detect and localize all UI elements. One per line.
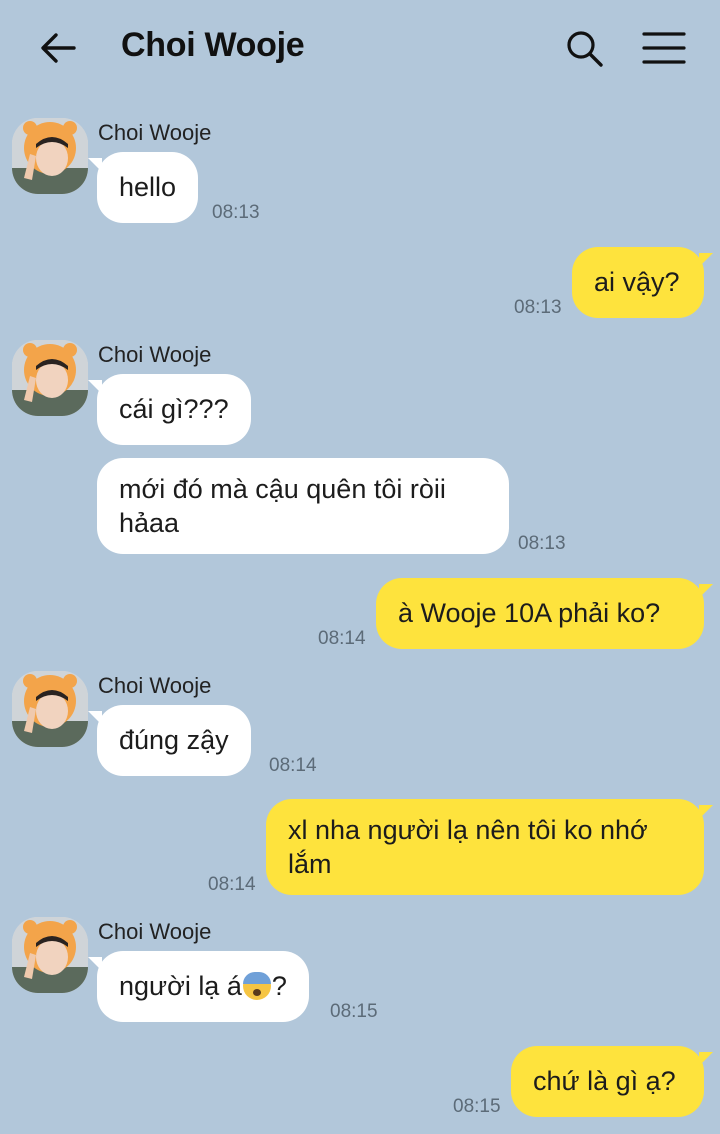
message-text: cái gì??? (119, 394, 229, 424)
back-arrow-icon[interactable] (38, 28, 78, 68)
incoming-message-bubble[interactable]: hello (87, 152, 199, 223)
menu-icon[interactable] (640, 26, 688, 70)
outgoing-message-bubble[interactable]: chứ là gì ạ? (511, 1046, 713, 1117)
message-time: 08:15 (330, 1001, 378, 1022)
chat-header: Choi Wooje (0, 0, 720, 96)
message-time: 08:14 (269, 755, 317, 776)
message-text-line: xl nha người lạ nên tôi ko nhớ (288, 815, 648, 845)
message-text-before-emoji: người lạ á (119, 971, 242, 1001)
avatar[interactable] (12, 340, 88, 416)
sender-name: Choi Wooje (98, 673, 212, 698)
message-text-line: hảaa (119, 508, 180, 538)
sender-name: Choi Wooje (98, 120, 212, 145)
search-icon[interactable] (562, 26, 606, 70)
sender-name: Choi Wooje (98, 919, 212, 944)
message-time: 08:14 (208, 874, 256, 895)
message-text: chứ là gì ạ? (533, 1066, 676, 1096)
message-text-line: lắm (288, 849, 332, 879)
message-time: 08:13 (514, 297, 562, 318)
message-text: ai vậy? (594, 267, 680, 297)
message-text-line: mới đó mà cậu quên tôi ròii (119, 474, 446, 504)
message-time: 08:13 (212, 202, 260, 223)
message-text: người lạ á? (119, 969, 287, 1003)
avatar[interactable] (12, 118, 88, 194)
message-text: à Wooje 10A phải ko? (398, 598, 661, 628)
incoming-message-bubble[interactable]: mới đó mà cậu quên tôi ròii hảaa (97, 458, 509, 554)
chat-title: Choi Wooje (121, 26, 305, 64)
sender-name: Choi Wooje (98, 342, 212, 367)
outgoing-message-bubble[interactable]: à Wooje 10A phải ko? (376, 578, 713, 649)
outgoing-message-bubble[interactable]: xl nha người lạ nên tôi ko nhớ lắm (266, 799, 713, 895)
incoming-message-bubble[interactable]: đúng zậy (88, 705, 251, 776)
message-text-after-emoji: ? (271, 971, 287, 1001)
incoming-message-bubble[interactable]: người lạ á? (88, 951, 309, 1022)
message-text: đúng zậy (119, 725, 229, 755)
avatar[interactable] (12, 671, 88, 747)
message-time: 08:14 (318, 628, 366, 649)
avatar[interactable] (12, 917, 88, 993)
incoming-message-bubble[interactable]: cái gì??? (88, 374, 251, 445)
message-time: 08:13 (518, 533, 566, 554)
message-text: hello (119, 172, 177, 202)
anxious-face-emoji-icon (242, 972, 271, 1000)
message-time: 08:15 (453, 1096, 501, 1117)
outgoing-message-bubble[interactable]: ai vậy? (572, 247, 713, 318)
